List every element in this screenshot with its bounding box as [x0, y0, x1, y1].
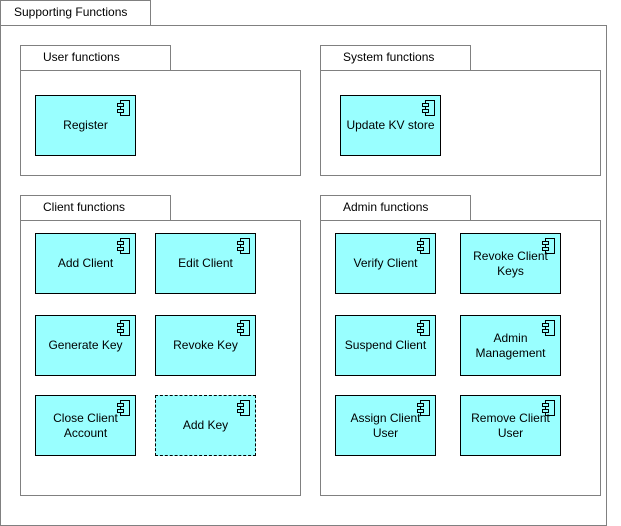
component-admin-management[interactable]: Admin Management [460, 315, 561, 376]
component-suspend-client[interactable]: Suspend Client [335, 315, 436, 376]
component-icon [416, 320, 430, 336]
component-icon [236, 320, 250, 336]
component-register[interactable]: Register [35, 95, 136, 156]
package-tab-client-functions: Client functions [20, 195, 171, 221]
component-label: Revoke Client Keys [473, 248, 548, 278]
package-tab-user-functions: User functions [20, 45, 171, 71]
component-icon [236, 238, 250, 254]
component-icon [236, 400, 250, 416]
component-icon [116, 320, 130, 336]
component-label: Edit Client [178, 256, 233, 270]
component-icon [421, 100, 435, 116]
component-revoke-key[interactable]: Revoke Key [155, 315, 256, 376]
component-generate-key[interactable]: Generate Key [35, 315, 136, 376]
component-label: Update KV store [346, 118, 435, 132]
component-revoke-client-keys[interactable]: Revoke Client Keys [460, 233, 561, 294]
package-tab-admin-functions: Admin functions [320, 195, 471, 221]
component-label: Suspend Client [344, 338, 427, 352]
component-close-client-account[interactable]: Close Client Account [35, 395, 136, 456]
package-tab-system-functions: System functions [320, 45, 471, 71]
component-edit-client[interactable]: Edit Client [155, 233, 256, 294]
component-label: Verify Client [353, 256, 418, 270]
component-verify-client[interactable]: Verify Client [335, 233, 436, 294]
package-tab-supporting-functions: Supporting Functions [0, 0, 151, 26]
component-label: Add Client [57, 256, 114, 270]
component-label: Add Key [182, 418, 229, 432]
component-icon [116, 100, 130, 116]
component-label: Close Client Account [53, 410, 118, 440]
component-update-kv-store[interactable]: Update KV store [340, 95, 441, 156]
component-add-client[interactable]: Add Client [35, 233, 136, 294]
component-remove-client-user[interactable]: Remove Client User [460, 395, 561, 456]
component-label: Revoke Key [173, 338, 238, 352]
component-icon [416, 238, 430, 254]
component-label: Generate Key [48, 338, 123, 352]
component-label: Assign Client User [350, 410, 421, 440]
component-label: Admin Management [475, 330, 546, 360]
component-assign-client-user[interactable]: Assign Client User [335, 395, 436, 456]
component-label: Remove Client User [471, 410, 550, 440]
component-add-key[interactable]: Add Key [155, 395, 256, 456]
component-label: Register [63, 118, 108, 132]
component-icon [116, 238, 130, 254]
